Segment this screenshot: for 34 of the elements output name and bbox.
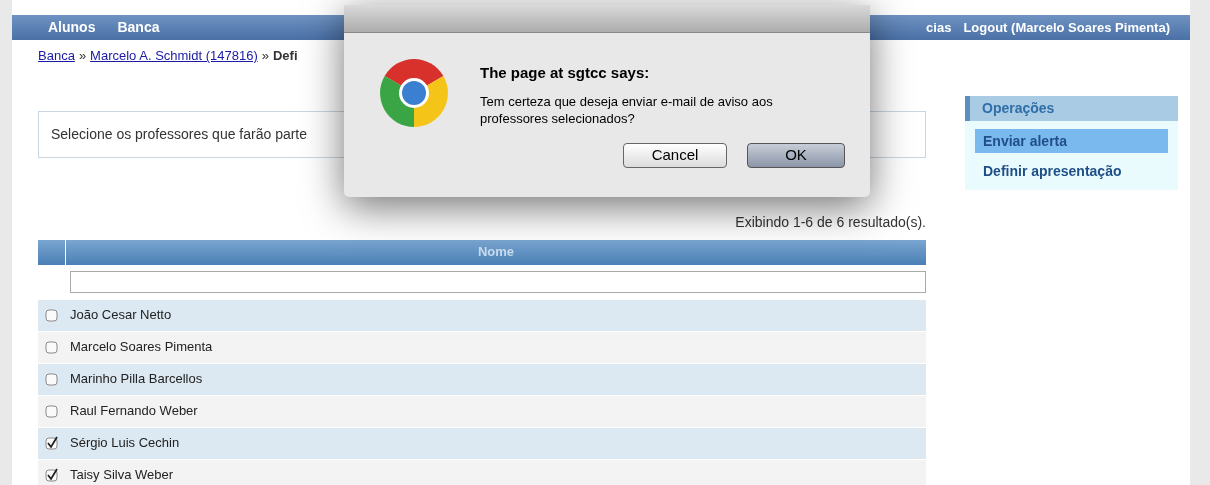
name-cell-text: Marinho Pilla Barcellos <box>69 370 203 389</box>
dialog-title: The page at sgtcc says: <box>480 63 651 83</box>
results-count: Exibindo 1-6 de 6 resultado(s). <box>735 212 926 232</box>
circle-logo-icon <box>380 59 448 127</box>
instructions-text: Selecione os professores que farão parte <box>51 124 308 144</box>
checkbox[interactable] <box>45 340 59 354</box>
checked-checkbox[interactable] <box>45 436 59 450</box>
column-header[interactable]: Nome <box>66 239 926 265</box>
operation-link[interactable]: Definir apresentação <box>975 159 1168 183</box>
operations-header: Operações <box>965 96 1178 121</box>
operation-link[interactable]: Enviar alerta <box>975 129 1168 153</box>
dialog-message: Tem certeza que deseja enviar e-mail de aviso aos professores selecionados? <box>480 92 774 127</box>
dialog-button[interactable]: Cancel <box>623 143 727 168</box>
breadcrumb-current: Defi <box>273 47 298 65</box>
dialog-button[interactable]: OK <box>747 143 845 168</box>
checkbox[interactable] <box>45 404 59 418</box>
name-cell-text: João Cesar Netto <box>69 306 172 325</box>
nav-link[interactable]: cias <box>926 17 952 38</box>
nav-link[interactable]: Alunos <box>48 17 96 38</box>
breadcrumb-link[interactable]: Banca <box>38 46 75 66</box>
breadcrumb-separator: » <box>78 47 87 65</box>
filter-field[interactable] <box>70 271 926 293</box>
name-cell-text: Sérgio Luis Cechin <box>69 434 180 453</box>
name-cell-text: Marcelo Soares Pimenta <box>69 338 213 357</box>
checked-checkbox[interactable] <box>45 468 59 482</box>
header-cell <box>38 239 66 265</box>
checkbox[interactable] <box>45 308 59 322</box>
nav-link[interactable]: Logout (Marcelo Soares Pimenta) <box>963 17 1170 38</box>
name-cell-text: Taisy Silva Weber <box>69 466 174 485</box>
name-cell-text: Raul Fernando Weber <box>69 402 198 421</box>
breadcrumb-link[interactable]: Marcelo A. Schmidt (147816) <box>90 46 258 66</box>
nav-link[interactable]: Banca <box>117 17 160 38</box>
breadcrumb-separator: » <box>261 47 269 65</box>
checkbox[interactable] <box>45 372 59 386</box>
